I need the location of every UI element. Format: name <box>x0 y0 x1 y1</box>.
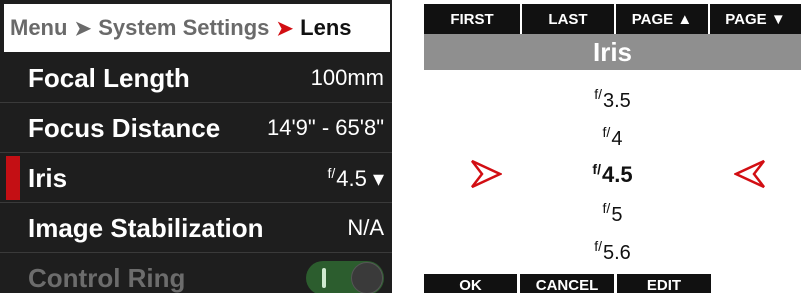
menu-row-value: f/4.5 ▾ <box>327 165 384 192</box>
iris-selector-panel: FIRST LAST PAGE ▲ PAGE ▼ Iris f/3.5 f/4 … <box>424 4 801 293</box>
iris-option[interactable]: f/5 <box>424 200 801 227</box>
menu-row-label: Focal Length <box>28 62 190 93</box>
page-up-button[interactable]: PAGE ▲ <box>616 4 710 34</box>
toggle-knob <box>351 262 383 293</box>
f-stop-prefix: f/ <box>594 238 602 254</box>
iris-option-value: 5.6 <box>602 242 631 264</box>
menu-row-label: Control Ring <box>28 262 186 293</box>
menu-row-value: 100mm <box>310 65 384 90</box>
menu-row-value: N/A <box>347 215 384 240</box>
iris-option-value: 3.5 <box>602 90 631 112</box>
first-button[interactable]: FIRST <box>424 4 522 34</box>
iris-option[interactable]: f/5.6 <box>424 238 801 265</box>
menu-row-focus-distance[interactable]: Focus Distance 14'9" - 65'8" <box>0 104 392 152</box>
iris-option[interactable]: f/4 <box>424 124 801 151</box>
menu-row-image-stabilization[interactable]: Image Stabilization N/A <box>0 204 392 252</box>
iris-option-value: 4.5 <box>601 162 633 187</box>
page-title: Iris <box>424 34 801 70</box>
menu-row-iris[interactable]: Iris f/4.5 ▾ <box>0 154 392 202</box>
breadcrumb-system-settings[interactable]: System Settings <box>98 15 269 41</box>
control-ring-toggle[interactable] <box>306 261 384 293</box>
action-bar: OK CANCEL EDIT <box>424 274 714 293</box>
divider <box>0 202 392 203</box>
f-stop-prefix: f/ <box>602 124 611 140</box>
breadcrumb-separator-icon: ➤ <box>74 17 92 40</box>
page-down-button[interactable]: PAGE ▼ <box>710 4 801 34</box>
f-stop-prefix: f/ <box>594 86 602 102</box>
cancel-button[interactable]: CANCEL <box>520 274 614 293</box>
menu-row-label: Iris <box>28 162 68 193</box>
menu-row-label: Focus Distance <box>28 112 221 143</box>
menu-row-control-ring: Control Ring <box>0 254 392 293</box>
divider <box>0 152 392 153</box>
f-stop-prefix: f/ <box>602 200 611 216</box>
divider <box>0 102 392 103</box>
chevron-down-icon[interactable]: ▾ <box>373 166 384 191</box>
divider <box>0 252 392 253</box>
last-button[interactable]: LAST <box>522 4 616 34</box>
edit-button[interactable]: EDIT <box>617 274 711 293</box>
breadcrumb-separator-icon: ➤ <box>276 17 294 40</box>
selection-arrow-right-icon <box>471 159 502 189</box>
toggle-on-indicator <box>322 268 326 288</box>
iris-value: 4.5 <box>336 165 367 191</box>
iris-option[interactable]: f/3.5 <box>424 86 801 113</box>
breadcrumb-menu[interactable]: Menu <box>10 15 67 41</box>
menu-row-focal-length[interactable]: Focal Length 100mm <box>0 54 392 102</box>
ok-button[interactable]: OK <box>424 274 517 293</box>
iris-option-value: 5 <box>611 204 623 226</box>
selection-arrow-left-icon <box>734 159 765 189</box>
page-nav-bar: FIRST LAST PAGE ▲ PAGE ▼ <box>424 4 801 34</box>
lens-settings-panel: Menu ➤ System Settings ➤ Lens Focal Leng… <box>0 0 392 293</box>
f-stop-prefix: f/ <box>592 161 601 177</box>
menu-row-value: 14'9" - 65'8" <box>267 115 384 140</box>
menu-row-label: Image Stabilization <box>28 212 264 243</box>
f-stop-prefix: f/ <box>327 164 336 181</box>
iris-option-value: 4 <box>611 128 623 150</box>
breadcrumb: Menu ➤ System Settings ➤ Lens <box>4 4 390 52</box>
breadcrumb-current: Lens <box>300 15 352 40</box>
